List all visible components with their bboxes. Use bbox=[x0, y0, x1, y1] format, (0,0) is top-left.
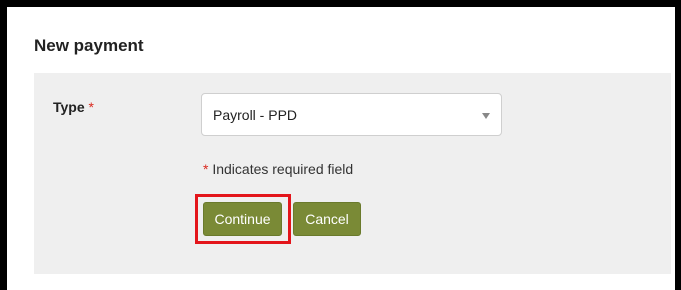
required-marker: * bbox=[88, 99, 94, 115]
type-select[interactable]: Payroll - PPD bbox=[201, 93, 502, 136]
required-note-text: Indicates required field bbox=[212, 161, 354, 177]
type-field-label: Type * bbox=[53, 99, 94, 115]
continue-button[interactable]: Continue bbox=[203, 202, 282, 236]
chevron-down-icon bbox=[482, 113, 490, 119]
type-label-text: Type bbox=[53, 99, 85, 115]
page-title: New payment bbox=[34, 36, 144, 55]
required-field-note: * Indicates required field bbox=[203, 161, 353, 177]
cancel-button[interactable]: Cancel bbox=[293, 202, 361, 236]
required-note-marker: * bbox=[203, 161, 209, 177]
type-select-value: Payroll - PPD bbox=[213, 107, 298, 123]
